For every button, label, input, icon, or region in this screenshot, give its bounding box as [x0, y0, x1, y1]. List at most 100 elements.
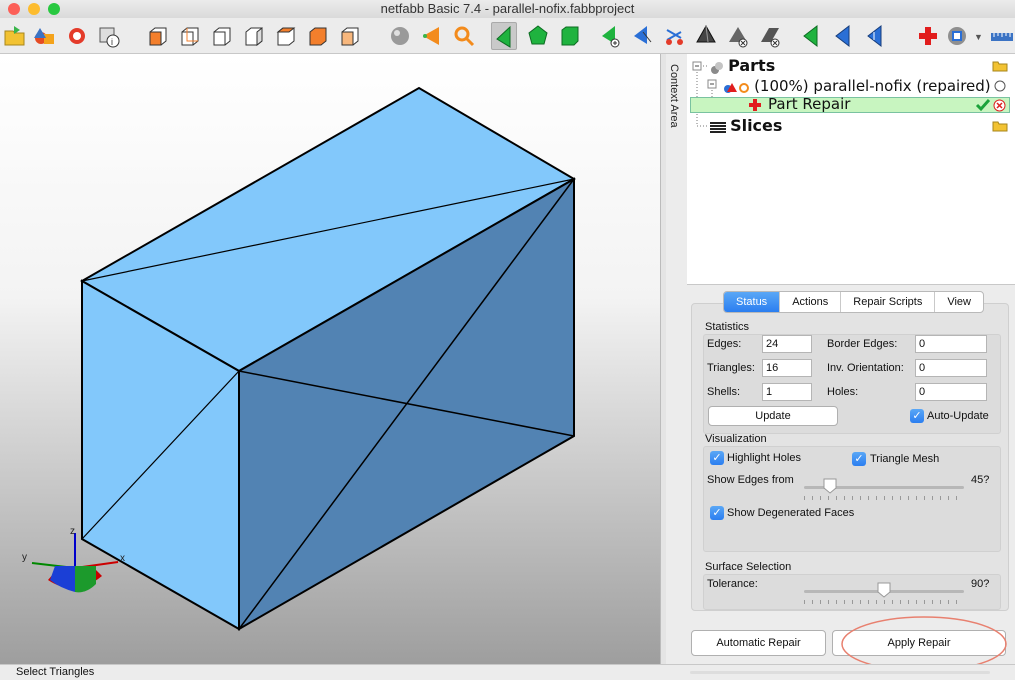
- auto-update-checkbox[interactable]: ✓: [910, 409, 924, 423]
- export-icon[interactable]: [64, 22, 90, 50]
- tab-actions[interactable]: Actions: [780, 292, 842, 312]
- tolerance-value: 90?: [971, 578, 990, 590]
- triangle-blue-icon[interactable]: [831, 22, 857, 50]
- tab-content: Statistics Edges: 24 Border Edges: 0 Tri…: [691, 303, 1009, 611]
- tree-part-row[interactable]: (100%) parallel-nofix (repaired): [723, 76, 991, 96]
- highlight-holes-checkbox[interactable]: ✓: [710, 451, 724, 465]
- status-scrollbar[interactable]: [690, 671, 990, 674]
- holes-label: Holes:: [827, 386, 859, 398]
- status-text: Select Triangles: [16, 666, 95, 678]
- axis-x-label: x: [120, 553, 125, 564]
- triangle-blue-icon-2[interactable]: [863, 22, 889, 50]
- add-triangle-icon[interactable]: [597, 22, 623, 50]
- zoom-search-icon[interactable]: [451, 22, 477, 50]
- sphere-render-icon[interactable]: [387, 22, 413, 50]
- tetrahedron-icon[interactable]: [693, 22, 719, 50]
- title-bar: netfabb Basic 7.4 - parallel-nofix.fabbp…: [0, 0, 1015, 18]
- accept-checkmark-icon[interactable]: [975, 98, 991, 115]
- select-arrow-icon[interactable]: [629, 22, 655, 50]
- part-visibility-icon[interactable]: [994, 80, 1006, 95]
- context-area-label: Context Area: [668, 64, 680, 128]
- statistics-title: Statistics: [705, 321, 750, 333]
- cancel-icon[interactable]: [993, 99, 1006, 115]
- tolerance-slider-knob[interactable]: [877, 582, 891, 598]
- select-triangle-icon[interactable]: [491, 22, 517, 50]
- highlight-holes-label: Highlight Holes: [727, 452, 801, 464]
- show-degenerated-label: Show Degenerated Faces: [727, 507, 855, 519]
- tab-status[interactable]: Status: [724, 292, 781, 312]
- border-edges-label: Border Edges:: [827, 338, 898, 350]
- show-degenerated-checkbox[interactable]: ✓: [710, 506, 724, 520]
- show-edges-slider[interactable]: [804, 478, 964, 508]
- tolerance-ticks: [804, 600, 964, 604]
- tab-view[interactable]: View: [935, 292, 983, 312]
- remove-surface-icon[interactable]: [757, 22, 783, 50]
- remove-triangle-icon[interactable]: [725, 22, 751, 50]
- toolbar: i ▼: [0, 18, 1015, 54]
- minimize-window-button[interactable]: [28, 3, 40, 15]
- tree-parts-row[interactable]: Parts: [709, 56, 775, 76]
- slices-icon: [709, 121, 727, 135]
- context-area-tab[interactable]: Context Area: [666, 54, 686, 664]
- close-window-button[interactable]: [8, 3, 20, 15]
- triangle-green-icon[interactable]: [799, 22, 825, 50]
- tab-repair-scripts[interactable]: Repair Scripts: [841, 292, 936, 312]
- tree-slices-label: Slices: [730, 116, 783, 135]
- triangles-label: Triangles:: [707, 362, 755, 374]
- tree-part-repair-row[interactable]: Part Repair: [690, 95, 1010, 115]
- shells-label: Shells:: [707, 386, 741, 398]
- inv-orientation-field: 0: [915, 359, 987, 377]
- measure-icon[interactable]: [945, 22, 971, 50]
- edges-field: 24: [762, 335, 812, 353]
- automatic-repair-button[interactable]: Automatic Repair: [691, 630, 826, 656]
- tolerance-slider[interactable]: [804, 582, 964, 608]
- view-bottom-icon[interactable]: [305, 22, 331, 50]
- part-info-icon[interactable]: i: [96, 22, 122, 50]
- parts-icon: [709, 61, 725, 75]
- panel-tabs: Status Actions Repair Scripts View: [723, 291, 984, 313]
- part-warning-icon: [723, 81, 751, 95]
- open-folder-icon-2[interactable]: [992, 120, 1008, 135]
- cone-select-icon[interactable]: [419, 22, 445, 50]
- view-back-icon[interactable]: [177, 22, 203, 50]
- repair-cross-icon[interactable]: [915, 22, 941, 50]
- show-edges-slider-knob[interactable]: [823, 478, 837, 494]
- add-part-icon[interactable]: [32, 22, 58, 50]
- select-surface-icon[interactable]: [525, 22, 551, 50]
- repair-cross-small-icon: [748, 98, 762, 115]
- view-iso-icon[interactable]: [337, 22, 363, 50]
- apply-repair-button[interactable]: Apply Repair: [832, 630, 1006, 656]
- triangles-field: 16: [762, 359, 812, 377]
- update-button[interactable]: Update: [708, 406, 838, 426]
- zoom-window-button[interactable]: [48, 3, 60, 15]
- shells-field: 1: [762, 383, 812, 401]
- tree-slices-row[interactable]: Slices: [709, 116, 782, 136]
- visualization-title: Visualization: [705, 433, 767, 445]
- chevron-down-icon[interactable]: ▼: [974, 32, 983, 42]
- surface-selection-title: Surface Selection: [705, 561, 792, 573]
- tree-parts-label: Parts: [728, 56, 776, 75]
- border-edges-field: 0: [915, 335, 987, 353]
- view-left-icon[interactable]: [209, 22, 235, 50]
- repair-panel: Statistics Edges: 24 Border Edges: 0 Tri…: [687, 284, 1015, 672]
- view-top-icon[interactable]: [273, 22, 299, 50]
- view-front-icon[interactable]: [145, 22, 171, 50]
- ruler-icon[interactable]: [988, 22, 1014, 50]
- open-project-icon[interactable]: [2, 22, 28, 50]
- view-right-icon[interactable]: [241, 22, 267, 50]
- select-shell-icon[interactable]: [557, 22, 583, 50]
- tolerance-label: Tolerance:: [707, 578, 758, 590]
- project-tree: Parts (100%) parallel-nofix (repaired) P…: [687, 54, 1015, 284]
- axis-z-label: z: [70, 526, 75, 537]
- show-edges-label: Show Edges from: [707, 474, 794, 486]
- show-edges-value: 45?: [971, 474, 990, 486]
- open-folder-icon[interactable]: [992, 60, 1008, 75]
- show-edges-ticks: [804, 496, 964, 500]
- window-title: netfabb Basic 7.4 - parallel-nofix.fabbp…: [380, 1, 635, 16]
- triangle-mesh-checkbox[interactable]: ✓: [852, 452, 866, 466]
- cut-icon[interactable]: [661, 22, 687, 50]
- inv-orientation-label: Inv. Orientation:: [827, 362, 904, 374]
- edges-label: Edges:: [707, 338, 742, 350]
- svg-text:i: i: [111, 37, 113, 47]
- 3d-viewport[interactable]: z x y: [0, 54, 660, 664]
